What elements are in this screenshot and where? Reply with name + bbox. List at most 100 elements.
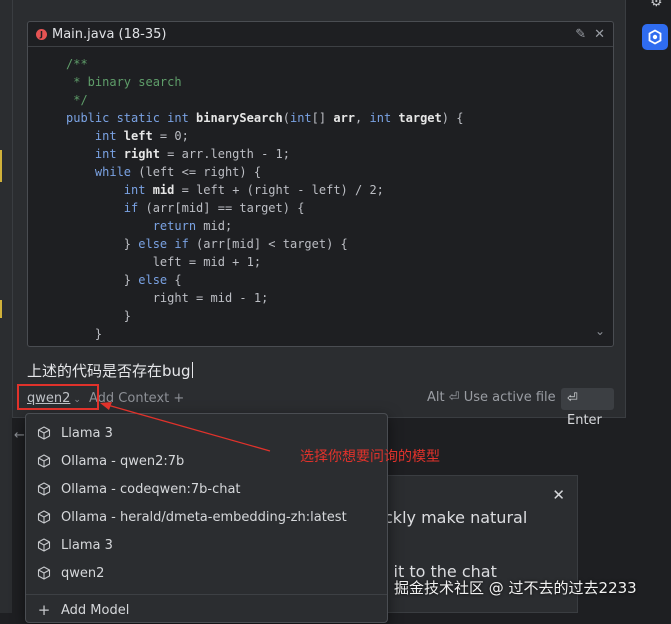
code-token: (arr[mid] < target) { [196,237,348,251]
code-line: right = mid - 1; [66,289,613,307]
add-model-label: Add Model [61,602,130,618]
add-context-button[interactable]: Add Context + [89,391,184,406]
code-token: ( [282,111,290,125]
model-option-label: qwen2 [61,565,105,581]
code-token: else [138,273,175,287]
code-token: left [123,129,153,143]
code-line: while (left <= right) { [66,163,613,181]
code-token: if [66,201,146,215]
code-token: } [66,273,139,287]
code-token: left = mid + 1; [66,255,262,269]
editor-gutter [0,0,12,613]
code-token: * binary search [66,75,182,89]
edit-icon[interactable]: ✎ [575,27,586,42]
chat-input[interactable]: 上述的代码是否存在bug [27,360,193,381]
code-token: } [66,327,103,341]
cube-icon [37,454,51,468]
code-context-card: J Main.java (18-35) ✎ ✕ /** * binary sea… [27,21,614,347]
code-token: public static int [66,111,197,125]
java-file-icon: J [36,28,47,40]
code-token: } [66,309,132,323]
code-token: [] [311,111,334,125]
code-line: int left = 0; [66,127,613,145]
code-token: int [369,111,399,125]
code-line: return mid; [66,217,613,235]
code-token: mid; [203,219,233,233]
code-line: } else if (arr[mid] < target) { [66,235,613,253]
chevron-down-icon[interactable]: ⌄ [595,324,605,338]
code-line: * binary search [66,73,613,91]
code-line: */ [66,91,613,109]
code-token: int [66,147,124,161]
model-option-label: Ollama - codeqwen:7b-chat [61,481,241,497]
code-token: , [355,111,370,125]
code-token: /** [66,57,88,71]
code-token: = left + (right - left) / 2; [174,183,384,197]
code-token: int [66,183,153,197]
code-token: target [398,111,442,125]
code-line: public static int binarySearch(int[] arr… [66,109,613,127]
code-token: int [66,129,124,143]
back-arrow-icon[interactable]: ← [14,428,25,443]
annotation-highlight-box [17,384,99,410]
code-token: { [174,273,182,287]
code-token: right = mid - 1; [66,291,269,305]
model-option-label: Ollama - herald/dmeta-embedding-zh:lates… [61,509,347,525]
code-token: } [66,237,139,251]
cube-icon [37,482,51,496]
model-option[interactable]: qwen2 [26,559,387,587]
text-caret [191,362,193,378]
model-option[interactable]: Ollama - codeqwen:7b-chat [26,475,387,503]
code-token: right [123,147,160,161]
cube-icon [37,426,51,440]
code-token: return [66,219,204,233]
code-token: = 0; [152,129,189,143]
settings-icon[interactable]: ⚙ [650,0,663,10]
code-token: else if [138,237,197,251]
code-token: (left <= right) { [138,165,262,179]
code-token: = arr.length - 1; [159,147,290,161]
code-line: if (arr[mid] == target) { [66,199,613,217]
cube-icon [37,538,51,552]
code-card-header: J Main.java (18-35) ✎ ✕ [28,22,613,47]
model-option[interactable]: Llama 3 [26,531,387,559]
right-tool-strip [627,0,671,613]
code-line: int mid = left + (right - left) / 2; [66,181,613,199]
gutter-change-marker [0,300,2,318]
code-line: int right = arr.length - 1; [66,145,613,163]
model-option[interactable]: Ollama - herald/dmeta-embedding-zh:lates… [26,503,387,531]
model-option-label: Llama 3 [61,537,113,553]
model-option-label: Ollama - qwen2:7b [61,453,185,469]
model-option-label: Llama 3 [61,425,113,441]
code-line: } else { [66,271,613,289]
dropdown-divider [26,594,387,595]
model-option[interactable]: Llama 3 [26,419,387,447]
use-active-file-button[interactable]: Alt ⏎ Use active file [427,390,556,405]
code-line: left = mid + 1; [66,253,613,271]
code-token: binarySearch [196,111,283,125]
close-icon[interactable]: ✕ [552,486,565,504]
code-token: */ [66,93,88,107]
gutter-change-marker [0,150,2,182]
chat-panel: J Main.java (18-35) ✎ ✕ /** * binary sea… [12,0,626,428]
code-line: } [66,325,613,343]
code-line: } [66,307,613,325]
model-dropdown: Llama 3 Ollama - qwen2:7b Ollama - codeq… [25,413,388,623]
code-token: arr [333,111,356,125]
annotation-text: 选择你想要问询的模型 [300,449,440,465]
chat-input-text: 上述的代码是否存在bug [27,362,191,380]
plugin-icon[interactable] [642,24,668,50]
watermark: 掘金技术社区 @ 过不去的过去2233 [394,579,637,597]
chat-input-toolbar: qwen2 ⌄ Add Context + Alt ⏎ Use active fi… [27,388,614,428]
add-model-button[interactable]: + Add Model [26,596,387,624]
plus-icon: + [37,601,51,619]
code-token: int [289,111,312,125]
enter-button[interactable]: ⏎ Enter [561,388,614,428]
close-icon[interactable]: ✕ [594,27,605,42]
tip-text: ckly make natural [384,508,528,527]
code-line: /** [66,55,613,73]
code-token: while [66,165,139,179]
code-snippet: /** * binary search */ public static int … [28,47,613,343]
code-token: mid [152,183,175,197]
cube-icon [37,510,51,524]
